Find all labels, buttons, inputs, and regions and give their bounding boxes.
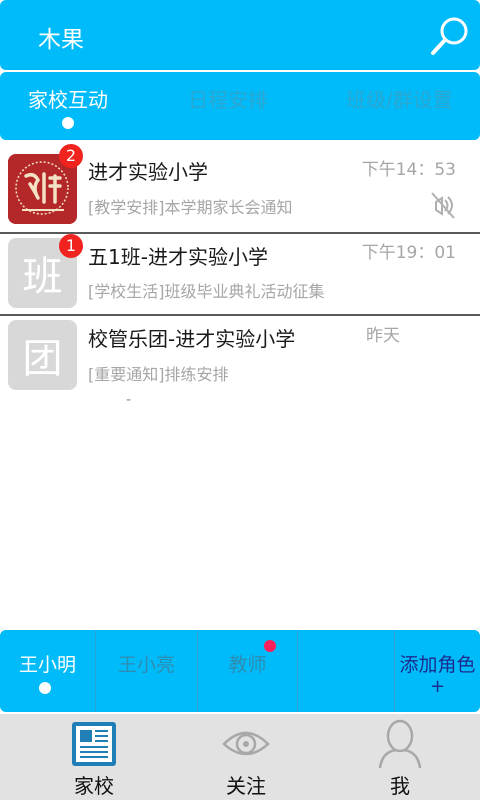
active-role-indicator: [39, 682, 51, 694]
nav-me[interactable]: 我: [350, 714, 450, 800]
nav-label: 关注: [226, 774, 266, 798]
role-label: 添加角色: [399, 654, 476, 676]
dash-mark: -: [126, 392, 132, 408]
list-item[interactable]: 2 进才实验小学 [教学安排]本学期家长会通知 下午14：53: [0, 144, 480, 232]
message-preview: [重要通知]排练安排: [88, 365, 229, 384]
message-title: 进才实验小学: [88, 160, 208, 184]
list-divider: [0, 314, 480, 316]
message-preview: [学校生活]班级毕业典礼活动征集: [88, 282, 325, 301]
unread-badge: 1: [59, 234, 83, 258]
message-time: 昨天: [366, 326, 400, 346]
nav-label: 家校: [74, 774, 114, 798]
app-header: 木果: [0, 0, 480, 70]
person-icon: [378, 719, 422, 768]
add-role-button[interactable]: 添加角色 +: [395, 630, 480, 712]
notification-dot: [264, 640, 276, 652]
list-item[interactable]: 团 校管乐团-进才实验小学 [重要通知]排练安排 昨天: [0, 318, 480, 398]
role-empty-slot[interactable]: [298, 630, 394, 712]
unread-badge: 2: [59, 144, 83, 168]
active-tab-indicator: [62, 117, 74, 129]
app-title: 木果: [38, 27, 84, 53]
role-label: 王小亮: [117, 654, 175, 676]
role-wangxiaoliang[interactable]: 王小亮: [96, 630, 197, 712]
tab-class-settings[interactable]: 班级/群设置: [346, 84, 453, 113]
eye-icon: [222, 731, 270, 756]
tab-home-school[interactable]: 家校互动: [28, 84, 108, 113]
plus-icon: +: [429, 676, 446, 697]
nav-home-school[interactable]: 家校: [44, 714, 144, 800]
tab-schedule[interactable]: 日程安排: [188, 84, 268, 113]
role-label: 教师: [228, 654, 267, 676]
list-item[interactable]: 班 1 五1班-进才实验小学 [学校生活]班级毕业典礼活动征集 下午19：01: [0, 234, 480, 316]
message-title: 校管乐团-进才实验小学: [88, 327, 296, 351]
tab-bar: 家校互动 日程安排 班级/群设置: [0, 72, 480, 140]
newspaper-icon: [72, 722, 116, 766]
role-switcher: 王小明 王小亮 教师 添加角色 +: [0, 630, 480, 712]
role-wangxiaoming[interactable]: 王小明: [0, 630, 95, 712]
band-avatar: 团: [8, 320, 77, 390]
message-preview: [教学安排]本学期家长会通知: [88, 198, 293, 217]
role-teacher[interactable]: 教师: [198, 630, 297, 712]
message-time: 下午19：01: [361, 243, 456, 263]
bottom-navigation: 家校 关注 我: [0, 714, 480, 800]
message-time: 下午14：53: [361, 160, 456, 180]
mute-notifications-icon[interactable]: [428, 190, 458, 220]
role-label: 王小明: [18, 654, 76, 676]
search-icon[interactable]: [428, 14, 472, 58]
nav-label: 我: [390, 774, 410, 798]
nav-follow[interactable]: 关注: [196, 714, 296, 800]
message-title: 五1班-进才实验小学: [88, 245, 268, 269]
